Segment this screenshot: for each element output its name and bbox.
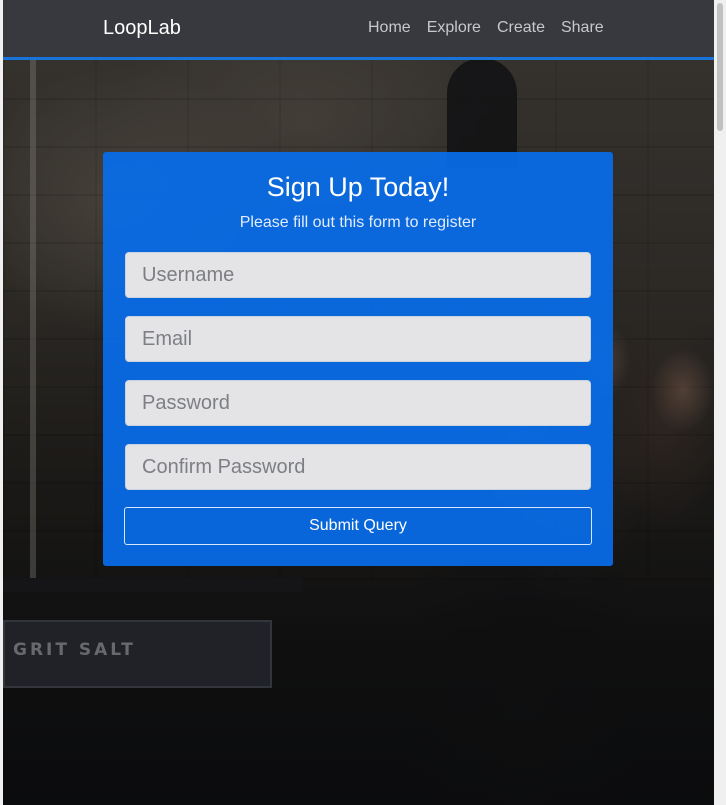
brand-logo-link[interactable]: LoopLab [103,17,181,40]
nav-links: Home Explore Create Share [368,19,604,37]
submit-button[interactable]: Submit Query [124,507,592,545]
confirm-password-field[interactable] [125,444,591,490]
signup-form: Sign Up Today! Please fill out this form… [103,152,613,566]
signup-title: Sign Up Today! [266,172,450,202]
vertical-scrollbar[interactable] [714,0,726,805]
nav-link-home[interactable]: Home [368,19,411,37]
scrollbar-thumb[interactable] [717,3,723,131]
email-field[interactable] [125,316,591,362]
navbar: LoopLab Home Explore Create Share [3,0,714,60]
nav-link-explore[interactable]: Explore [427,19,481,37]
browser-viewport: GRIT SALT LoopLab Home Explore Create Sh… [0,0,726,805]
nav-link-create[interactable]: Create [497,19,545,37]
signup-subtitle: Please fill out this form to register [239,214,477,231]
password-field[interactable] [125,380,591,426]
page: GRIT SALT LoopLab Home Explore Create Sh… [3,0,714,805]
nav-link-share[interactable]: Share [561,19,604,37]
username-field[interactable] [125,252,591,298]
